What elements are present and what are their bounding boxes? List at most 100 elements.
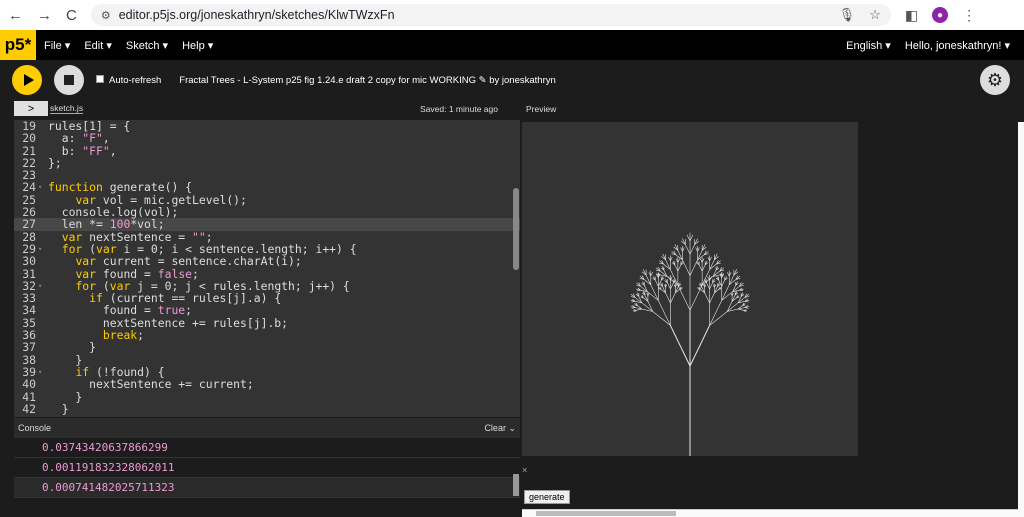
forward-icon[interactable]: → bbox=[37, 7, 52, 24]
tree-branch bbox=[645, 274, 652, 285]
microphone-icon[interactable]: 🎙 bbox=[839, 7, 856, 23]
tree-branch bbox=[721, 284, 730, 301]
generate-button[interactable]: generate bbox=[524, 490, 570, 504]
code-text[interactable]: b: "FF", bbox=[48, 144, 520, 157]
side-panel-icon[interactable]: ◧ bbox=[905, 7, 918, 24]
code-text[interactable]: a: "F", bbox=[48, 132, 520, 145]
code-text[interactable]: found = true; bbox=[48, 304, 520, 317]
code-line[interactable]: 41 } bbox=[14, 390, 520, 403]
menu-help[interactable]: Help ▾ bbox=[182, 39, 213, 52]
tree-branch bbox=[670, 292, 676, 304]
code-line[interactable]: 22}; bbox=[14, 157, 520, 170]
tree-branch bbox=[726, 301, 733, 312]
code-line[interactable]: 37 } bbox=[14, 341, 520, 354]
auto-refresh-checkbox[interactable] bbox=[96, 74, 104, 83]
preview-horizontal-scrollbar[interactable] bbox=[522, 509, 1024, 517]
preview-label: Preview bbox=[526, 103, 557, 114]
tree-branch bbox=[728, 274, 735, 285]
url-text[interactable]: editor.p5js.org/joneskathryn/sketches/Kl… bbox=[119, 8, 831, 22]
sketch-canvas bbox=[522, 122, 858, 456]
code-text[interactable]: rules[1] = { bbox=[48, 120, 520, 132]
fold-icon[interactable]: ▾ bbox=[38, 366, 48, 378]
tree-branch bbox=[701, 269, 710, 286]
code-line[interactable]: 27 len *= 100*vol; bbox=[14, 218, 520, 231]
tree-branch bbox=[677, 250, 683, 261]
saved-status: Saved: 1 minute ago bbox=[420, 103, 498, 114]
fold-icon bbox=[38, 194, 48, 206]
fold-icon[interactable]: ▾ bbox=[38, 243, 48, 255]
code-text[interactable]: } bbox=[48, 390, 520, 403]
file-tab-sketch-js[interactable]: sketch.js bbox=[50, 103, 84, 114]
menu-edit[interactable]: Edit ▾ bbox=[84, 39, 112, 52]
profile-avatar[interactable]: ● bbox=[932, 7, 949, 23]
menu-sketch[interactable]: Sketch ▾ bbox=[126, 39, 168, 52]
code-line[interactable]: 42 } bbox=[14, 401, 520, 416]
console-header: Console Clear ⌄ bbox=[14, 418, 520, 438]
sketch-title[interactable]: Fractal Trees - L-System p25 fig 1.24.e … bbox=[179, 75, 555, 86]
tree-branch bbox=[689, 234, 694, 241]
tree-branch bbox=[689, 325, 711, 367]
page-vertical-scrollbar[interactable] bbox=[1018, 122, 1024, 517]
site-settings-icon[interactable]: ⚙ bbox=[101, 9, 111, 22]
fold-icon[interactable]: ▾ bbox=[38, 280, 48, 292]
tree-branch bbox=[682, 259, 691, 276]
code-text[interactable]: }; bbox=[48, 157, 520, 170]
code-line[interactable]: 21 b: "FF", bbox=[14, 144, 520, 157]
fold-icon bbox=[38, 218, 48, 230]
tree-branch bbox=[636, 308, 642, 311]
menu-file[interactable]: File ▾ bbox=[44, 39, 70, 52]
tree-branch bbox=[674, 264, 679, 272]
code-text[interactable]: break; bbox=[48, 329, 520, 342]
line-number: 31 bbox=[22, 266, 36, 281]
code-editor[interactable]: 19 rules[1] = {20 a: "F", 21 b: "FF", 22}; 2… bbox=[14, 120, 520, 417]
fold-icon bbox=[38, 206, 48, 218]
bookmark-star-icon[interactable]: ☆ bbox=[869, 7, 881, 23]
kebab-menu-icon[interactable]: ⋮ bbox=[962, 7, 976, 24]
code-text[interactable]: var current = sentence.charAt(i); bbox=[48, 255, 520, 268]
tree-branch bbox=[721, 279, 726, 287]
line-number: 24 bbox=[22, 180, 36, 195]
close-icon[interactable]: × bbox=[522, 465, 527, 475]
tree-branch bbox=[686, 234, 691, 241]
auto-refresh-toggle[interactable]: Auto-refresh bbox=[96, 74, 161, 86]
fold-icon[interactable]: ▾ bbox=[38, 181, 48, 193]
file-drawer-toggle[interactable]: > bbox=[14, 101, 48, 116]
language-menu[interactable]: English ▾ bbox=[846, 39, 891, 52]
code-text[interactable]: } bbox=[48, 341, 520, 354]
tree-branch bbox=[647, 301, 654, 312]
play-button[interactable] bbox=[12, 65, 42, 95]
fold-icon bbox=[38, 255, 48, 267]
reload-icon[interactable]: C bbox=[66, 7, 77, 24]
console-clear-button[interactable]: Clear ⌄ bbox=[484, 423, 516, 434]
code-text[interactable]: len *= 100*vol; bbox=[48, 218, 520, 231]
code-line[interactable]: 40 nextSentence += current; bbox=[14, 377, 520, 392]
stop-button[interactable] bbox=[54, 65, 84, 95]
fold-icon bbox=[38, 157, 48, 169]
code-text[interactable]: function generate() { bbox=[48, 181, 520, 194]
tree-branch bbox=[654, 279, 659, 287]
code-text[interactable]: } bbox=[48, 403, 520, 416]
tree-branch bbox=[685, 244, 691, 255]
fold-icon bbox=[38, 169, 48, 181]
tree-branch bbox=[665, 292, 671, 304]
user-menu[interactable]: Hello, joneskathryn! ▾ bbox=[905, 39, 1010, 52]
tree-branch bbox=[670, 282, 674, 290]
line-number: 40 bbox=[22, 377, 36, 392]
fold-icon bbox=[38, 354, 48, 366]
tree-branch bbox=[701, 264, 706, 272]
address-bar[interactable]: ⚙ editor.p5js.org/joneskathryn/sketches/… bbox=[90, 4, 891, 26]
console-output: 0.037434206378662​99 0.00119183232806201… bbox=[14, 438, 520, 517]
tree-branch bbox=[667, 282, 671, 290]
code-text[interactable]: nextSentence += current; bbox=[48, 378, 520, 391]
editor-scrollbar[interactable] bbox=[513, 188, 519, 270]
editor-tab-row: > sketch.js Saved: 1 minute ago Preview bbox=[0, 100, 1024, 117]
code-line[interactable]: 34 found = true; bbox=[14, 304, 520, 317]
fold-icon bbox=[38, 329, 48, 341]
settings-gear-icon[interactable]: ⚙ bbox=[980, 65, 1010, 95]
back-icon[interactable]: ← bbox=[8, 7, 23, 24]
p5-logo[interactable]: p5* bbox=[0, 30, 36, 60]
console-scrollbar[interactable] bbox=[513, 474, 519, 496]
fold-icon bbox=[38, 268, 48, 280]
line-number: 42 bbox=[22, 401, 36, 416]
fold-icon bbox=[38, 403, 48, 415]
